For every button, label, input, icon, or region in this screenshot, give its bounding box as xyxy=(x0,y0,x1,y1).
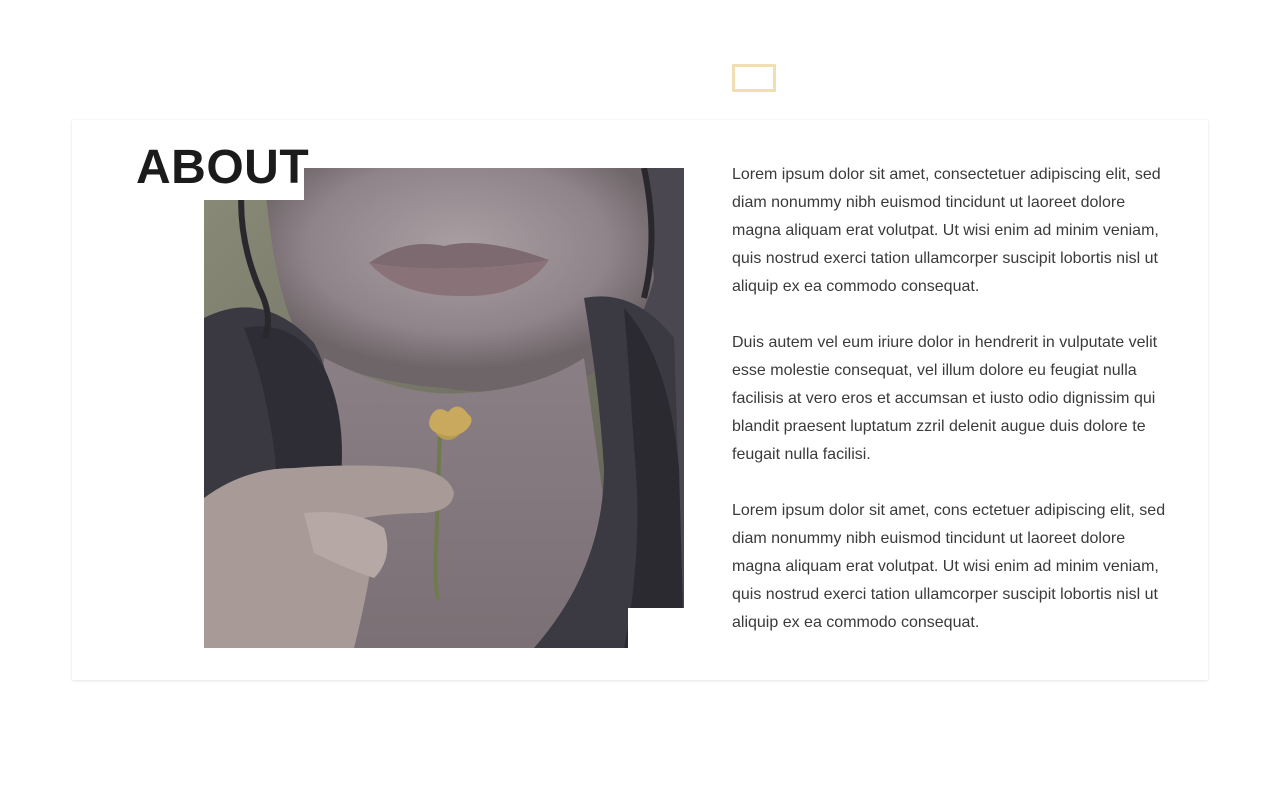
accent-outline-box xyxy=(732,64,776,92)
paragraph-2: Duis autem vel eum iriure dolor in hendr… xyxy=(732,334,1158,463)
photo-corner-cutout xyxy=(628,608,684,648)
about-card: ABOUT Lorem ipsum dolor sit amet, consec… xyxy=(72,120,1208,680)
section-title: ABOUT xyxy=(136,141,310,194)
page: ABOUT Lorem ipsum dolor sit amet, consec… xyxy=(0,0,1280,800)
about-text-column: Lorem ipsum dolor sit amet, consectetuer… xyxy=(732,161,1178,665)
paragraph-1: Lorem ipsum dolor sit amet, consectetuer… xyxy=(732,166,1161,295)
paragraph-3: Lorem ipsum dolor sit amet, cons ectetue… xyxy=(732,502,1166,631)
portrait-photo xyxy=(204,168,684,648)
